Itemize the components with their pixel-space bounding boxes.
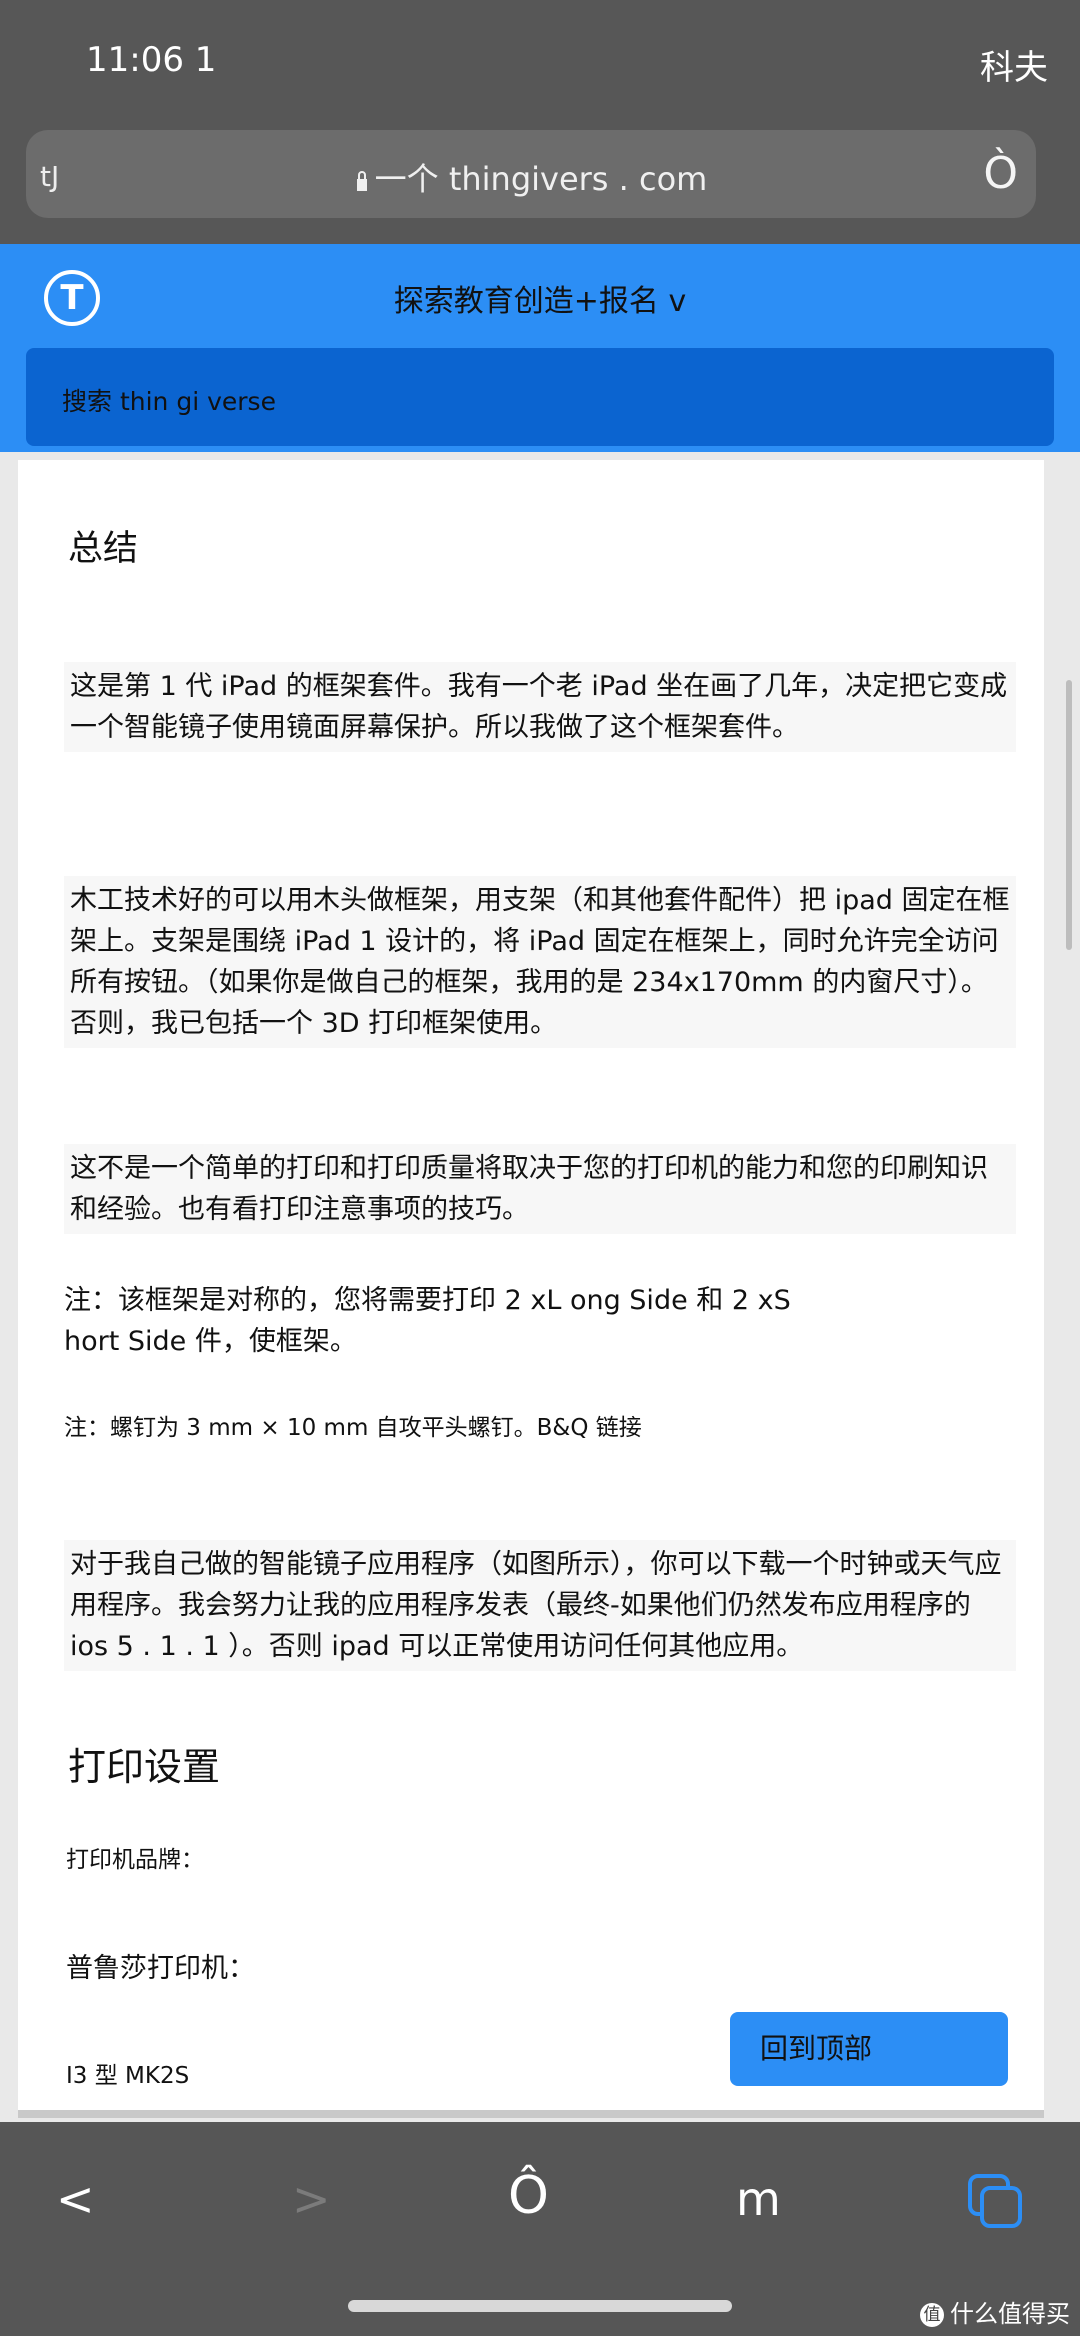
printer-brand-label: 打印机品牌： <box>66 1847 204 1873</box>
content-card: 总结 这是第 1 代 iPad 的框架套件。我有一个老 iPad 坐在画了几年，… <box>18 460 1044 2110</box>
reload-icon[interactable]: Ò <box>983 148 1018 199</box>
url-text: 一个 thingivers . com <box>374 160 708 198</box>
bookmarks-icon[interactable]: m <box>736 2172 781 2226</box>
forward-arrow-icon[interactable]: > <box>292 2172 331 2226</box>
horizontal-scrollbar[interactable] <box>18 2110 1044 2118</box>
printer-label: 普鲁莎打印机： <box>66 1953 255 1984</box>
watermark-text: 什么值得买 <box>950 2300 1070 2328</box>
home-indicator <box>348 2300 732 2312</box>
summary-heading: 总结 <box>68 529 139 569</box>
share-icon[interactable]: Ô <box>508 2166 549 2226</box>
paragraph-2: 木工技术好的可以用木头做框架，用支架（和其他套件配件）把 ipad 固定在框架上… <box>64 876 1016 1048</box>
vertical-scrollbar[interactable] <box>1066 680 1072 950</box>
watermark-logo-icon: 值 <box>920 2303 944 2327</box>
paragraph-1: 这是第 1 代 iPad 的框架套件。我有一个老 iPad 坐在画了几年，决定把… <box>64 662 1016 752</box>
status-carrier: 科夫 <box>980 48 1048 88</box>
site-header: T 探索教育创造+报名 v 搜索 thin gi verse <box>0 244 1080 452</box>
back-arrow-icon[interactable]: < <box>56 2172 95 2226</box>
print-settings-heading: 打印设置 <box>68 1745 221 1789</box>
note-1: 注：该框架是对称的，您将需要打印 2 xL ong Side 和 2 xS ho… <box>64 1280 1004 1362</box>
status-time: 11:06 1 <box>86 40 217 80</box>
paragraph-4: 对于我自己做的智能镜子应用程序（如图所示），你可以下载一个时钟或天气应用程序。我… <box>64 1540 1016 1671</box>
paragraph-3: 这不是一个简单的打印和打印质量将取决于您的打印机的能力和您的印刷知识和经验。也有… <box>64 1144 1016 1234</box>
search-placeholder: 搜索 thin gi verse <box>62 387 276 416</box>
status-bar: 11:06 1 科夫 <box>0 0 1080 130</box>
note-1-line-1: 注：该框架是对称的，您将需要打印 2 xL ong Side 和 2 xS <box>64 1285 791 1316</box>
back-to-top-button[interactable]: 回到顶部 <box>730 2012 1008 2086</box>
note-2: 注：螺钉为 3 mm × 10 mm 自攻平头螺钉。B&Q 链接 <box>64 1415 642 1441</box>
watermark: 值什么值得买 <box>920 2294 1070 2329</box>
site-nav[interactable]: 探索教育创造+报名 v <box>0 276 1080 320</box>
search-input[interactable]: 搜索 thin gi verse <box>26 348 1054 446</box>
lock-icon <box>356 171 367 191</box>
address-bar[interactable]: tJ 一个 thingivers . com Ò <box>26 130 1036 218</box>
tabs-icon[interactable] <box>966 2172 1026 2232</box>
note-1-line-2: hort Side 件，使框架。 <box>64 1326 357 1357</box>
url-field[interactable]: 一个 thingivers . com <box>26 154 1036 200</box>
